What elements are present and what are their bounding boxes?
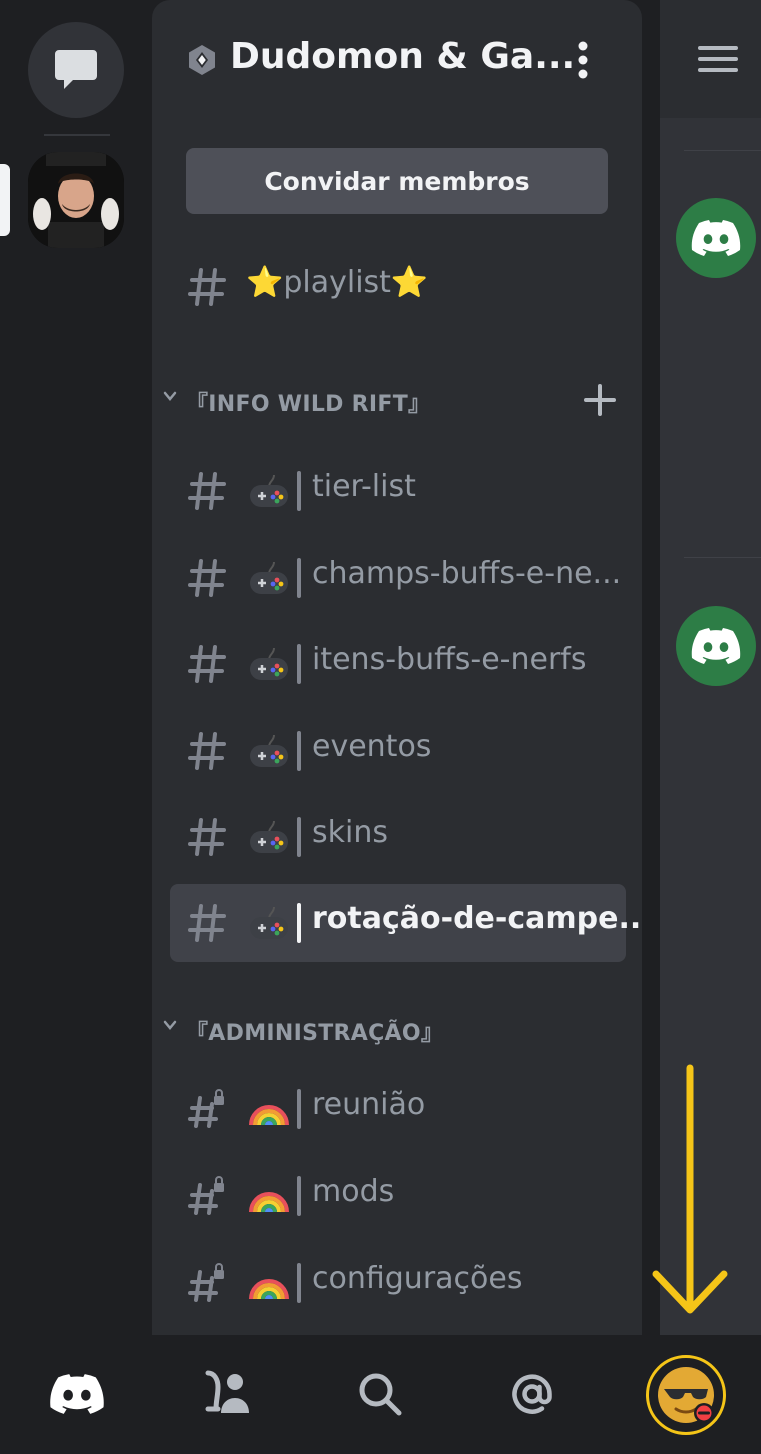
invite-members-button[interactable]: Convidar membros: [186, 148, 608, 214]
friends-icon: [205, 1370, 249, 1413]
hashtag-icon: [188, 559, 226, 597]
category-label: 『ADMINISTRAÇÃO』: [186, 1021, 444, 1046]
channel-name: mods: [312, 1174, 395, 1209]
hashtag-icon: [188, 645, 226, 683]
discord-logo-icon: [691, 220, 741, 256]
bot-avatar[interactable]: [676, 606, 756, 686]
server-avatar-image: [28, 152, 124, 248]
gamepad-icon: [250, 906, 288, 939]
channel-rotacao-selected[interactable]: rotação-de-campe...: [170, 884, 642, 962]
channel-separator: [297, 1263, 301, 1303]
locked-hashtag-icon: [188, 1089, 224, 1128]
bottom-navigation: [0, 1335, 761, 1454]
at-mention-icon: [512, 1374, 552, 1414]
channel-separator: [297, 471, 301, 511]
server-header[interactable]: Dudomon & Ga...: [152, 0, 642, 120]
channel-list-panel: Dudomon & Ga... Convidar membros ⭐playli…: [152, 0, 642, 1335]
more-options-icon[interactable]: [570, 40, 596, 80]
channel-playlist[interactable]: ⭐playlist⭐: [170, 248, 626, 326]
category-administracao[interactable]: 『ADMINISTRAÇÃO』: [162, 1009, 632, 1049]
channel-name: eventos: [312, 729, 432, 764]
server-name: Dudomon & Ga...: [230, 36, 576, 77]
chevron-down-icon: [163, 1020, 177, 1030]
channel-mods[interactable]: mods: [170, 1157, 626, 1235]
nav-profile-button[interactable]: [646, 1355, 726, 1435]
discord-logo-icon: [691, 628, 741, 664]
gamepad-icon: [250, 474, 288, 507]
channel-separator: [297, 1176, 301, 1216]
message-divider: [684, 557, 761, 558]
channel-name: itens-buffs-e-nerfs: [312, 642, 587, 677]
category-label: 『INFO WILD RIFT』: [186, 392, 431, 417]
gamepad-icon: [250, 647, 288, 680]
discord-logo-icon: [50, 1374, 104, 1414]
hashtag-icon: [188, 818, 226, 856]
chevron-down-icon: [163, 391, 177, 401]
rail-separator: [44, 134, 110, 136]
category-info-wild-rift[interactable]: 『INFO WILD RIFT』: [162, 380, 632, 420]
channel-name: skins: [312, 815, 388, 850]
channel-name: rotação-de-campe...: [312, 901, 642, 936]
gamepad-icon: [250, 734, 288, 767]
user-avatar-icon: [654, 1363, 718, 1427]
hashtag-icon: [188, 732, 226, 770]
channel-separator: [297, 644, 301, 684]
channel-champs-buffs[interactable]: champs-buffs-e-ne...: [170, 539, 626, 617]
message-divider: [684, 150, 761, 151]
active-server-indicator: [0, 164, 10, 236]
channel-name: tier-list: [312, 469, 416, 504]
channel-eventos[interactable]: eventos: [170, 712, 626, 790]
rainbow-icon: [249, 1105, 289, 1126]
channel-separator: [297, 558, 301, 598]
gamepad-icon: [250, 820, 288, 853]
channel-name: champs-buffs-e-ne...: [312, 556, 622, 591]
hashtag-icon: [188, 472, 226, 510]
direct-messages-button[interactable]: [28, 22, 124, 118]
channel-separator: [297, 903, 301, 943]
server-avatar[interactable]: [28, 152, 124, 248]
channel-name: configurações: [312, 1261, 523, 1296]
hamburger-menu-icon[interactable]: [698, 44, 738, 74]
channel-separator: [297, 731, 301, 771]
bot-avatar[interactable]: [676, 198, 756, 278]
nav-friends-button[interactable]: [196, 1361, 262, 1427]
nav-home-button[interactable]: [44, 1361, 110, 1427]
chat-header: [660, 0, 761, 118]
rainbow-icon: [249, 1192, 289, 1213]
nav-search-button[interactable]: [347, 1361, 413, 1427]
search-icon: [359, 1373, 402, 1416]
channel-separator: [297, 1089, 301, 1129]
channel-configuracoes[interactable]: configurações: [170, 1244, 626, 1322]
arrow-down-annotation-icon: [652, 1064, 728, 1314]
channel-tier-list[interactable]: tier-list: [170, 452, 626, 530]
nav-mentions-button[interactable]: [499, 1361, 565, 1427]
locked-hashtag-icon: [188, 1176, 224, 1215]
chat-bubble-icon: [55, 50, 97, 89]
rainbow-icon: [249, 1279, 289, 1300]
channel-name: ⭐playlist⭐: [246, 265, 429, 300]
channel-separator: [297, 817, 301, 857]
server-rail: [0, 0, 152, 1335]
hashtag-icon: [188, 268, 226, 306]
locked-hashtag-icon: [188, 1263, 224, 1302]
channel-name: reunião: [312, 1087, 426, 1122]
channel-itens-buffs[interactable]: itens-buffs-e-nerfs: [170, 625, 626, 703]
hashtag-icon: [188, 904, 226, 942]
server-boost-icon: [189, 45, 215, 75]
channel-skins[interactable]: skins: [170, 798, 626, 876]
add-channel-icon[interactable]: [582, 382, 618, 418]
channel-reuniao[interactable]: reunião: [170, 1070, 626, 1148]
gamepad-icon: [250, 561, 288, 594]
